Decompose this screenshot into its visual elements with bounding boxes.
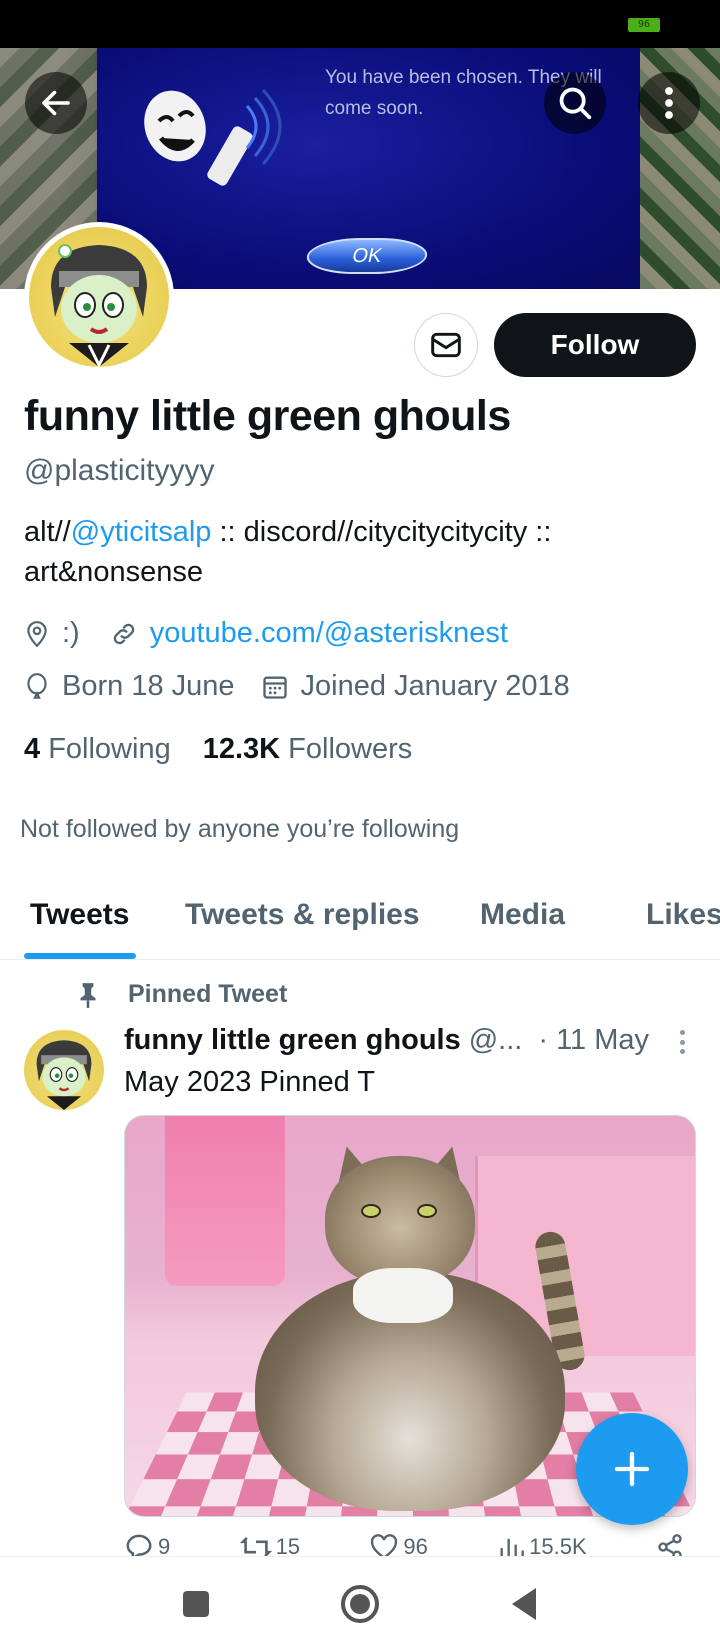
square-icon: [183, 1591, 209, 1617]
status-bar: 96: [0, 0, 720, 48]
location-pin-icon: [24, 620, 50, 648]
tweet-author-handle: @...: [468, 1024, 523, 1056]
followers-label: Followers: [288, 733, 413, 765]
plus-icon: [614, 1451, 650, 1487]
profile-meta-row-1: :) youtube.com/@asterisknest: [24, 617, 508, 650]
follow-button[interactable]: Follow: [494, 313, 696, 377]
pinned-tweet-indicator: Pinned Tweet: [74, 980, 287, 1009]
back-button[interactable]: [25, 72, 87, 134]
more-vertical-icon: [665, 87, 673, 119]
profile-avatar[interactable]: [24, 222, 174, 372]
heart-icon: [371, 1534, 398, 1556]
profile-tabs: Tweets Tweets & replies Media Likes: [0, 880, 720, 960]
active-tab-indicator: [24, 953, 136, 959]
envelope-icon: [431, 332, 461, 358]
calendar-icon: [261, 673, 289, 701]
mask-phone-illustration: [144, 88, 282, 186]
retweet-icon: [239, 1536, 272, 1556]
tweet-author-avatar[interactable]: [24, 1030, 104, 1110]
more-dot: [679, 1030, 685, 1035]
tweet-header: funny little green ghouls @... · 11 May: [124, 1024, 654, 1057]
more-options-button[interactable]: [638, 72, 700, 134]
triangle-back-icon: [512, 1588, 536, 1620]
system-navigation-bar: [0, 1556, 720, 1650]
tab-likes[interactable]: Likes: [646, 898, 720, 932]
banner-ok-button: OK: [303, 238, 431, 274]
bio-mention-link[interactable]: @yticitsalp: [71, 516, 212, 548]
retweet-button[interactable]: 15: [239, 1534, 301, 1556]
message-button[interactable]: [414, 313, 478, 377]
more-dot: [679, 1039, 685, 1045]
tweet-more-button[interactable]: [670, 1026, 694, 1058]
tab-media[interactable]: Media: [480, 898, 565, 932]
reply-button[interactable]: 9: [124, 1534, 170, 1556]
image-cat-eye-left: [361, 1204, 381, 1218]
ghoul-character-illustration: [51, 244, 147, 367]
retweet-count: 15: [275, 1534, 301, 1556]
tweet-date[interactable]: · 11 May: [538, 1024, 649, 1057]
following-count: 4: [24, 733, 41, 765]
bio-prefix: alt//: [24, 516, 71, 548]
image-cat-head: [325, 1156, 475, 1286]
tab-tweets-and-replies[interactable]: Tweets & replies: [185, 898, 420, 932]
share-button[interactable]: [656, 1534, 684, 1556]
search-icon: [559, 87, 592, 120]
following-count-link[interactable]: 4 Following: [24, 733, 171, 766]
profile-counts: 4 Following 12.3K Followers: [24, 733, 412, 766]
like-button[interactable]: 96: [369, 1534, 428, 1556]
profile-joined-date: Joined January 2018: [300, 670, 570, 702]
avatar-image: [29, 227, 169, 367]
views-button[interactable]: 15.5K: [497, 1534, 587, 1556]
tweet-actions: 9 15 96 15.5K: [124, 1534, 684, 1556]
profile-birthday: Born 18 June: [62, 670, 235, 702]
pin-icon: [74, 981, 102, 1009]
like-count: 96: [403, 1534, 428, 1556]
compose-tweet-button[interactable]: [576, 1413, 688, 1525]
profile-bio: alt//@yticitsalp :: discord//citycitycit…: [24, 512, 684, 592]
profile-website-link[interactable]: youtube.com/@asterisknest: [150, 617, 508, 650]
profile-display-name: funny little green ghouls: [24, 392, 511, 440]
balloon-icon: [24, 672, 50, 702]
back-arrow-icon: [42, 90, 70, 116]
ghoul-character-illustration: [36, 1040, 92, 1110]
profile-location: :): [62, 617, 80, 649]
share-icon: [658, 1534, 682, 1556]
search-button[interactable]: [544, 72, 606, 134]
image-towel: [165, 1116, 285, 1286]
following-label: Following: [48, 733, 171, 765]
tab-tweets[interactable]: Tweets: [30, 898, 129, 932]
reply-count: 9: [158, 1534, 171, 1556]
views-count: 15.5K: [529, 1534, 587, 1556]
profile-handle: @plasticityyyy: [24, 454, 215, 487]
followers-count-link[interactable]: 12.3K Followers: [203, 733, 413, 766]
home-button[interactable]: [330, 1581, 390, 1627]
back-nav-button[interactable]: [494, 1581, 554, 1627]
recents-button[interactable]: [166, 1581, 226, 1627]
more-dot: [679, 1049, 685, 1054]
profile-meta-row-2: Born 18 June Joined January 2018: [24, 670, 570, 703]
followers-count: 12.3K: [202, 733, 281, 765]
link-icon: [110, 620, 138, 648]
views-icon: [500, 1538, 524, 1556]
tweet-text: May 2023 Pinned T: [124, 1066, 375, 1098]
reply-icon: [126, 1534, 152, 1556]
image-cat-chest: [353, 1268, 453, 1323]
battery-indicator: 96: [628, 18, 660, 32]
tweet-author-name[interactable]: funny little green ghouls: [124, 1024, 461, 1057]
home-circle-icon: [341, 1585, 379, 1623]
pinned-tweet-label: Pinned Tweet: [128, 980, 288, 1008]
not-followed-notice: Not followed by anyone you’re following: [20, 815, 460, 843]
image-cat-eye-right: [417, 1204, 437, 1218]
